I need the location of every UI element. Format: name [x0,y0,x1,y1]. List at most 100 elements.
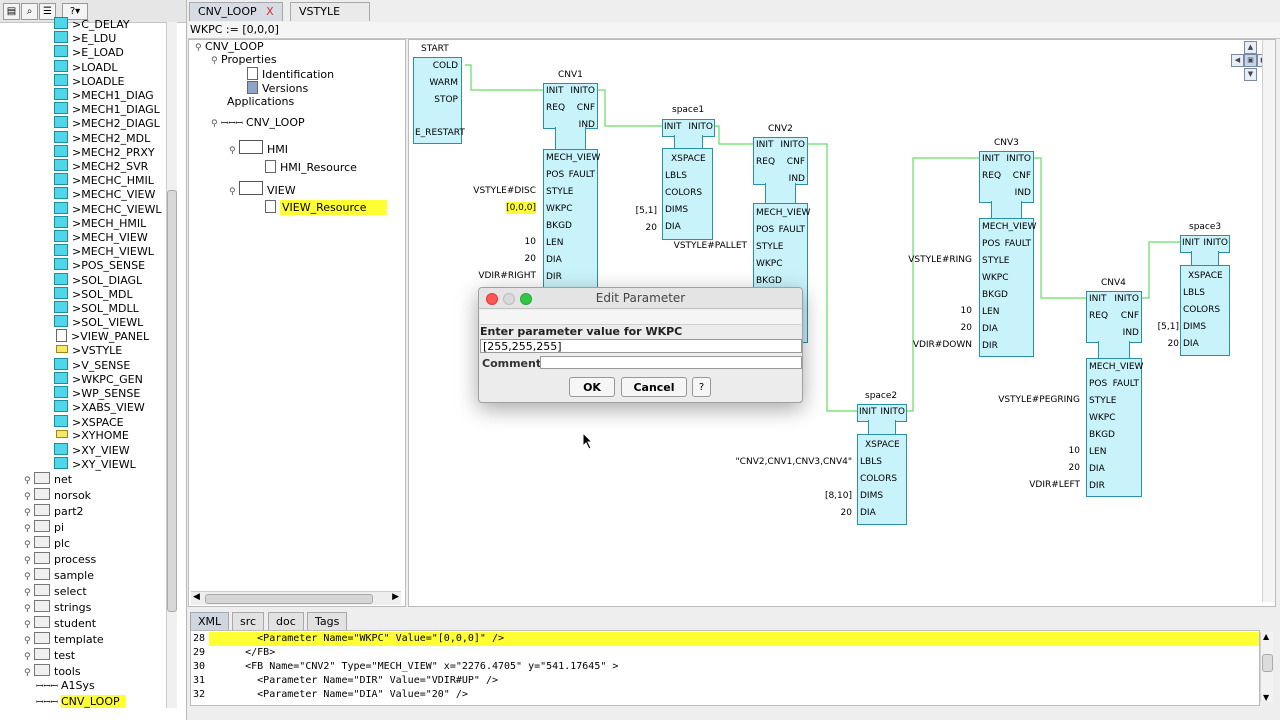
pin-ind[interactable]: IND [1015,187,1031,199]
expand-icon[interactable]: ⚲ [24,554,34,569]
pin-style[interactable]: STYLE [982,255,1009,267]
canvas-vscrollbar[interactable] [1262,40,1275,602]
fb-cnv3-events[interactable]: INIT INITO REQ CNF IND [979,151,1034,203]
library-item[interactable]: >C_DELAY [54,17,130,31]
pin-wkpc[interactable]: WKPC [546,203,573,215]
maximize-window-icon[interactable] [520,293,532,305]
pin-style[interactable]: STYLE [1089,395,1116,407]
pin-cnf[interactable]: CNF [577,102,595,114]
pin-inito[interactable]: INITO [1114,293,1139,305]
xml-vscrollbar[interactable]: ▲ ▼ [1260,632,1273,702]
fb-space3-data[interactable]: XSPACE LBLS COLORS DIMS DIA [1180,265,1230,356]
library-item[interactable]: >WKPC_GEN [54,372,143,386]
fb-start[interactable]: COLD WARM STOP E_RESTART [413,57,465,144]
library-item[interactable]: >POS_SENSE [54,258,145,272]
pin-inito[interactable]: INITO [570,85,595,97]
pin-len[interactable]: LEN [1089,446,1106,458]
find-icon[interactable]: ⌕ [21,3,38,20]
library-item[interactable]: >VSTYLE [54,344,122,358]
pin-init[interactable]: INIT [982,153,1000,165]
library-item[interactable]: >MECH_VIEW [54,230,148,244]
pin-fault[interactable]: FAULT [779,224,805,236]
fit-view-icon[interactable]: ▣ [1244,54,1257,67]
collapse-icon[interactable]: ⚲ [195,41,205,55]
tree-node-hmi-resource[interactable]: HMI_Resource [263,160,357,174]
pin-dia[interactable]: DIA [982,323,998,335]
pan-left-icon[interactable]: ◀ [1231,54,1244,67]
pin-inito[interactable]: INITO [1006,153,1031,165]
pin-stop[interactable]: STOP [434,94,458,106]
pin-lbls[interactable]: LBLS [665,170,687,182]
pin-dims[interactable]: DIMS [1183,321,1206,333]
param-cnv2-style[interactable]: VSTYLE#PALLET [674,240,747,252]
pin-init[interactable]: INIT [1182,237,1200,249]
pin-init[interactable]: INIT [756,139,774,151]
library-item[interactable]: >LOADL [54,59,118,74]
library-item[interactable]: >MECH1_DIAGL [54,102,160,116]
scroll-up-icon[interactable]: ▲ [1263,632,1269,641]
tree-node-app[interactable]: ⚲ ꟷꟷꟷ CNV_LOOP [211,116,305,130]
pin-inito[interactable]: INITO [1203,237,1228,249]
expand-icon[interactable]: ⚲ [24,522,34,537]
tab-close-icon[interactable]: X [266,5,274,18]
library-item[interactable]: >V_SENSE [54,357,130,372]
library-system[interactable]: ꟷꟷꟷ A1Sys [36,678,95,693]
pin-bkgd[interactable]: BKGD [1089,429,1115,441]
pin-pos[interactable]: POS [982,238,1000,250]
library-item[interactable]: >MECH_HMIL [54,215,146,230]
library-item[interactable]: >MECH2_DIAGL [54,116,160,130]
pin-dir[interactable]: DIR [546,271,562,283]
pin-dia[interactable]: DIA [1089,463,1105,475]
library-folder[interactable]: ⚲ sample [24,568,94,583]
tree-node-versions[interactable]: Versions [245,81,308,95]
pin-dia[interactable]: DIA [665,221,681,233]
expand-icon[interactable]: ⚲ [24,570,34,585]
pin-wkpc[interactable]: WKPC [1089,412,1116,424]
pin-bkgd[interactable]: BKGD [546,220,572,232]
pin-init[interactable]: INIT [664,121,682,133]
library-item[interactable]: >E_LDU [54,31,116,45]
fb-cnv3-data[interactable]: MECH_VIEW POS FAULT STYLE WKPC BKGD LEN … [979,218,1036,357]
param-cnv4-dir[interactable]: VDIR#LEFT [1029,479,1080,491]
pin-fault[interactable]: FAULT [569,169,595,181]
library-item[interactable]: >MECH2_MDL [54,130,150,145]
xml-source-view[interactable]: 28 <Parameter Name="WKPC" Value="[0,0,0]… [190,630,1260,706]
param-cnv1-dia[interactable]: 20 [525,253,536,265]
tab-xml[interactable]: XML [190,612,230,630]
library-folder[interactable]: ⚲ tools [24,664,81,679]
library-item[interactable]: >MECH2_SVR [54,159,148,173]
pin-dia[interactable]: DIA [1183,338,1199,350]
expand-icon[interactable]: ⚲ [24,474,34,489]
pin-cnf[interactable]: CNF [1013,170,1031,182]
pin-req[interactable]: REQ [546,102,565,114]
pin-len[interactable]: LEN [982,306,999,318]
pin-colors[interactable]: COLORS [860,473,897,485]
library-item[interactable]: >MECH2_PRXY [54,144,155,159]
tree-node-identification[interactable]: Identification [245,67,334,81]
param-cnv1-dir[interactable]: VDIR#RIGHT [478,270,536,282]
pan-up-icon[interactable]: ▲ [1244,41,1257,54]
help-icon[interactable]: ? [692,377,711,397]
parameter-value-input[interactable] [480,339,802,353]
library-item[interactable]: >SOL_MDLL [54,301,139,315]
pin-init[interactable]: INIT [859,406,877,418]
library-item[interactable]: >SOL_VIEWL [54,315,143,329]
library-system[interactable]: ꟷꟷꟷ CNV_LOOP [36,694,126,709]
pin-warm[interactable]: WARM [429,77,458,89]
library-item[interactable]: >XY_VIEWL [54,457,136,471]
tree-hscrollbar[interactable]: ◀ ▶ [191,591,401,605]
library-item[interactable]: >MECHC_VIEWL [54,201,162,216]
library-item[interactable]: >LOADLE [54,73,125,88]
pin-req[interactable]: REQ [756,156,775,168]
param-cnv3-style[interactable]: VSTYLE#RING [908,254,972,266]
param-cnv1-len[interactable]: 10 [525,236,536,248]
library-folder[interactable]: ⚲ pi [24,520,64,535]
xml-line[interactable]: 31 <Parameter Name="DIR" Value="VDIR#UP"… [191,674,1257,688]
param-space1-dims[interactable]: [5,1] [636,205,657,217]
pin-colors[interactable]: COLORS [665,187,702,199]
param-space2-lbls[interactable]: "CNV2,CNV1,CNV3,CNV4" [736,456,852,468]
pin-bkgd[interactable]: BKGD [982,289,1008,301]
library-item[interactable]: >XYHOME [54,429,129,443]
xml-line[interactable]: 30 <FB Name="CNV2" Type="MECH_VIEW" x="2… [191,660,1257,674]
scroll-left-icon[interactable]: ◀ [193,592,200,602]
